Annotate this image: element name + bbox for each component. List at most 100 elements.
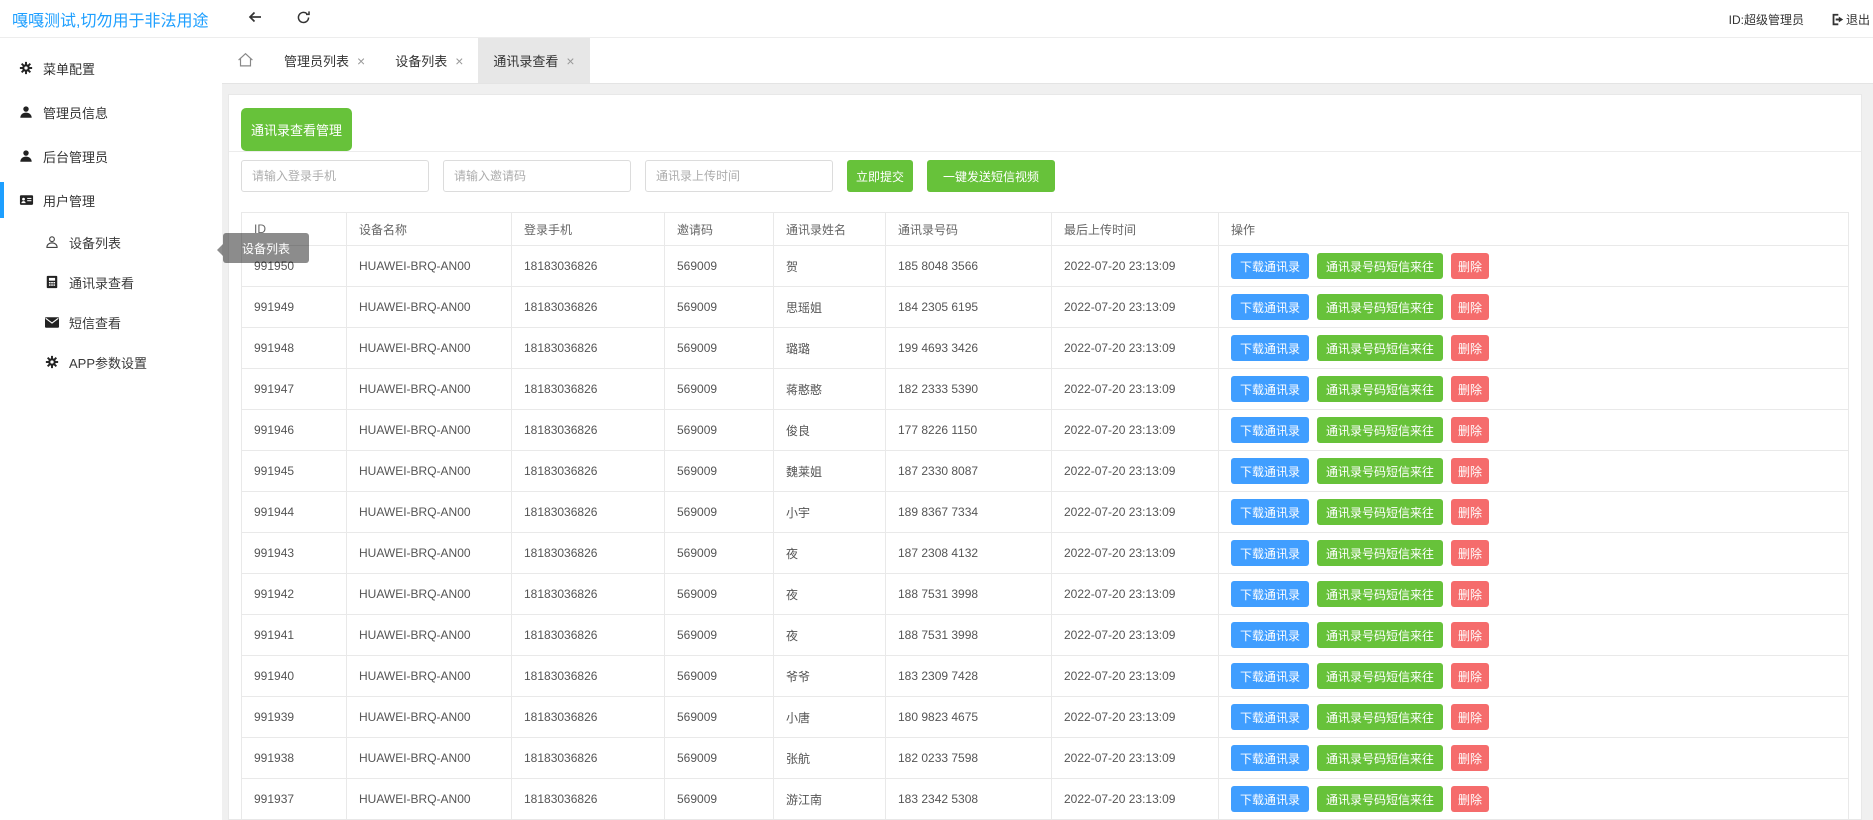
invite-code-input[interactable] [443, 160, 631, 192]
sidebar-item-label: APP参数设置 [69, 353, 147, 372]
sidebar-item-device-list[interactable]: 设备列表 [0, 222, 222, 262]
sms-button[interactable]: 通讯录号码短信来往 [1317, 745, 1443, 771]
tab-home[interactable] [222, 38, 269, 83]
send-sms-video-button[interactable]: 一键发送短信视频 [927, 160, 1055, 192]
table-row: 991944HUAWEI-BRQ-AN0018183036826569009小宇… [242, 492, 1849, 533]
download-button[interactable]: 下载通讯录 [1231, 663, 1309, 689]
refresh-button[interactable] [286, 0, 320, 38]
download-button[interactable]: 下载通讯录 [1231, 376, 1309, 402]
download-button[interactable]: 下载通讯录 [1231, 704, 1309, 730]
delete-button[interactable]: 删除 [1451, 745, 1489, 771]
tab-contacts-view[interactable]: 通讯录查看 × [478, 38, 589, 83]
cell-actions: 下载通讯录通讯录号码短信来往删除 [1219, 779, 1849, 820]
sidebar-item-label: 用户管理 [43, 191, 95, 210]
cell-actions: 下载通讯录通讯录号码短信来往删除 [1219, 574, 1849, 615]
sidebar-item-menu-config[interactable]: 菜单配置 [0, 46, 222, 90]
cell-id: 991939 [242, 697, 347, 738]
sms-button[interactable]: 通讯录号码短信来往 [1317, 376, 1443, 402]
download-button[interactable]: 下载通讯录 [1231, 540, 1309, 566]
sms-button[interactable]: 通讯录号码短信来往 [1317, 622, 1443, 648]
tab-label: 设备列表 [395, 51, 447, 70]
table-body: 991950HUAWEI-BRQ-AN0018183036826569009贺1… [242, 246, 1849, 820]
panel-title-button[interactable]: 通讯录查看管理 [241, 108, 352, 151]
delete-button[interactable]: 删除 [1451, 786, 1489, 812]
cell-name: 魏莱姐 [774, 451, 886, 492]
delete-button[interactable]: 删除 [1451, 335, 1489, 361]
sidebar-item-admin-info[interactable]: 管理员信息 [0, 90, 222, 134]
tab-device-list[interactable]: 设备列表 × [380, 38, 478, 83]
table-row: 991946HUAWEI-BRQ-AN0018183036826569009俊良… [242, 410, 1849, 451]
back-button[interactable] [238, 0, 272, 38]
download-button[interactable]: 下载通讯录 [1231, 458, 1309, 484]
download-button[interactable]: 下载通讯录 [1231, 253, 1309, 279]
submit-button[interactable]: 立即提交 [847, 160, 913, 192]
delete-button[interactable]: 删除 [1451, 581, 1489, 607]
delete-button[interactable]: 删除 [1451, 417, 1489, 443]
table-row: 991949HUAWEI-BRQ-AN0018183036826569009思瑶… [242, 287, 1849, 328]
download-button[interactable]: 下载通讯录 [1231, 745, 1309, 771]
sidebar-item-user-management[interactable]: 用户管理 [0, 178, 222, 222]
delete-button[interactable]: 删除 [1451, 663, 1489, 689]
cell-number: 189 8367 7334 [886, 492, 1052, 533]
cell-id: 991945 [242, 451, 347, 492]
close-icon[interactable]: × [566, 54, 574, 68]
sidebar-item-app-settings[interactable]: APP参数设置 [0, 342, 222, 382]
cell-phone: 18183036826 [512, 369, 665, 410]
sidebar-item-sms-view[interactable]: 短信查看 [0, 302, 222, 342]
sms-button[interactable]: 通讯录号码短信来往 [1317, 786, 1443, 812]
delete-button[interactable]: 删除 [1451, 622, 1489, 648]
delete-button[interactable]: 删除 [1451, 294, 1489, 320]
sms-button[interactable]: 通讯录号码短信来往 [1317, 581, 1443, 607]
sidebar-item-label: 后台管理员 [43, 147, 108, 166]
sms-button[interactable]: 通讯录号码短信来往 [1317, 294, 1443, 320]
sms-button[interactable]: 通讯录号码短信来往 [1317, 458, 1443, 484]
sms-button[interactable]: 通讯录号码短信来往 [1317, 540, 1443, 566]
app-title: 嘎嘎测试,切勿用于非法用途 [0, 7, 238, 31]
sms-button[interactable]: 通讯录号码短信来往 [1317, 499, 1443, 525]
delete-button[interactable]: 删除 [1451, 540, 1489, 566]
cell-id: 991947 [242, 369, 347, 410]
sidebar-item-contacts-view[interactable]: 通讯录查看 [0, 262, 222, 302]
login-phone-input[interactable] [241, 160, 429, 192]
tab-bar: 管理员列表 × 设备列表 × 通讯录查看 × [222, 38, 1873, 84]
table-row: 991948HUAWEI-BRQ-AN0018183036826569009璐璐… [242, 328, 1849, 369]
delete-button[interactable]: 删除 [1451, 376, 1489, 402]
cell-name: 俊良 [774, 410, 886, 451]
sms-button[interactable]: 通讯录号码短信来往 [1317, 704, 1443, 730]
download-button[interactable]: 下载通讯录 [1231, 294, 1309, 320]
close-icon[interactable]: × [357, 54, 365, 68]
table-row: 991937HUAWEI-BRQ-AN0018183036826569009游江… [242, 779, 1849, 820]
sms-button[interactable]: 通讯录号码短信来往 [1317, 417, 1443, 443]
cell-phone: 18183036826 [512, 492, 665, 533]
column-header-device: 设备名称 [347, 213, 512, 246]
tab-label: 管理员列表 [284, 51, 349, 70]
download-button[interactable]: 下载通讯录 [1231, 499, 1309, 525]
sms-button[interactable]: 通讯录号码短信来往 [1317, 663, 1443, 689]
download-button[interactable]: 下载通讯录 [1231, 417, 1309, 443]
cell-invite: 569009 [665, 574, 774, 615]
delete-button[interactable]: 删除 [1451, 458, 1489, 484]
cell-number: 183 2342 5308 [886, 779, 1052, 820]
download-button[interactable]: 下载通讯录 [1231, 335, 1309, 361]
user-icon [18, 149, 34, 163]
column-header-time: 最后上传时间 [1052, 213, 1219, 246]
download-button[interactable]: 下载通讯录 [1231, 581, 1309, 607]
sidebar-item-backend-admin[interactable]: 后台管理员 [0, 134, 222, 178]
sidebar-item-label: 菜单配置 [43, 59, 95, 78]
cell-id: 991943 [242, 533, 347, 574]
sms-button[interactable]: 通讯录号码短信来往 [1317, 335, 1443, 361]
device-list-tooltip: 设备列表 [223, 233, 309, 263]
download-button[interactable]: 下载通讯录 [1231, 622, 1309, 648]
cell-name: 蒋憨憨 [774, 369, 886, 410]
close-icon[interactable]: × [455, 54, 463, 68]
sms-button[interactable]: 通讯录号码短信来往 [1317, 253, 1443, 279]
upload-time-input[interactable] [645, 160, 833, 192]
tab-admin-list[interactable]: 管理员列表 × [269, 38, 380, 83]
delete-button[interactable]: 删除 [1451, 499, 1489, 525]
download-button[interactable]: 下载通讯录 [1231, 786, 1309, 812]
delete-button[interactable]: 删除 [1451, 253, 1489, 279]
delete-button[interactable]: 删除 [1451, 704, 1489, 730]
sign-out-icon [1831, 13, 1844, 26]
logout-button[interactable]: 退出 [1831, 11, 1870, 28]
cell-actions: 下载通讯录通讯录号码短信来往删除 [1219, 328, 1849, 369]
